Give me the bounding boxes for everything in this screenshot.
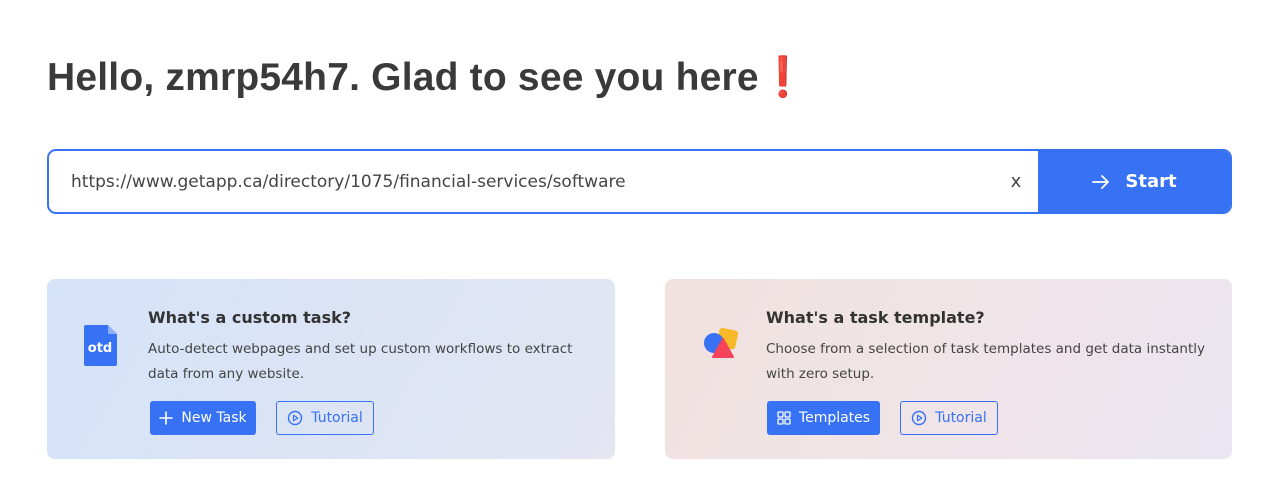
templates-button-label: Templates: [798, 410, 871, 426]
custom-task-card: otd What's a custom task? Auto-detect we…: [47, 279, 615, 459]
start-button-label: Start: [1125, 171, 1177, 192]
shapes-icon: [704, 327, 739, 358]
custom-task-icon-text: otd: [88, 341, 112, 356]
custom-task-title: What's a custom task?: [148, 308, 352, 327]
custom-task-document-icon: otd: [84, 325, 117, 366]
plus-icon: [159, 411, 174, 425]
clear-button[interactable]: x: [994, 151, 1038, 212]
grid-icon: [777, 411, 791, 425]
url-bar: x Start: [47, 149, 1232, 214]
url-input[interactable]: [49, 151, 994, 212]
task-template-card: What's a task template? Choose from a se…: [665, 279, 1232, 459]
arrow-right-icon: [1092, 174, 1110, 189]
task-template-tutorial-button[interactable]: Tutorial: [900, 401, 998, 435]
custom-task-tutorial-button[interactable]: Tutorial: [276, 401, 374, 435]
task-template-title: What's a task template?: [766, 308, 985, 327]
play-circle-icon: [912, 410, 927, 426]
task-template-description: Choose from a selection of task template…: [766, 341, 1205, 382]
custom-task-description: Auto-detect webpages and set up custom w…: [148, 341, 573, 382]
play-circle-icon: [288, 410, 303, 426]
custom-task-tutorial-label: Tutorial: [311, 410, 363, 426]
greeting-heading: Hello, zmrp54h7. Glad to see you here❗: [47, 56, 808, 99]
task-template-tutorial-label: Tutorial: [935, 410, 987, 426]
new-task-button[interactable]: New Task: [150, 401, 256, 435]
templates-button[interactable]: Templates: [767, 401, 880, 435]
new-task-button-label: New Task: [181, 410, 247, 426]
start-button[interactable]: Start: [1038, 151, 1230, 212]
